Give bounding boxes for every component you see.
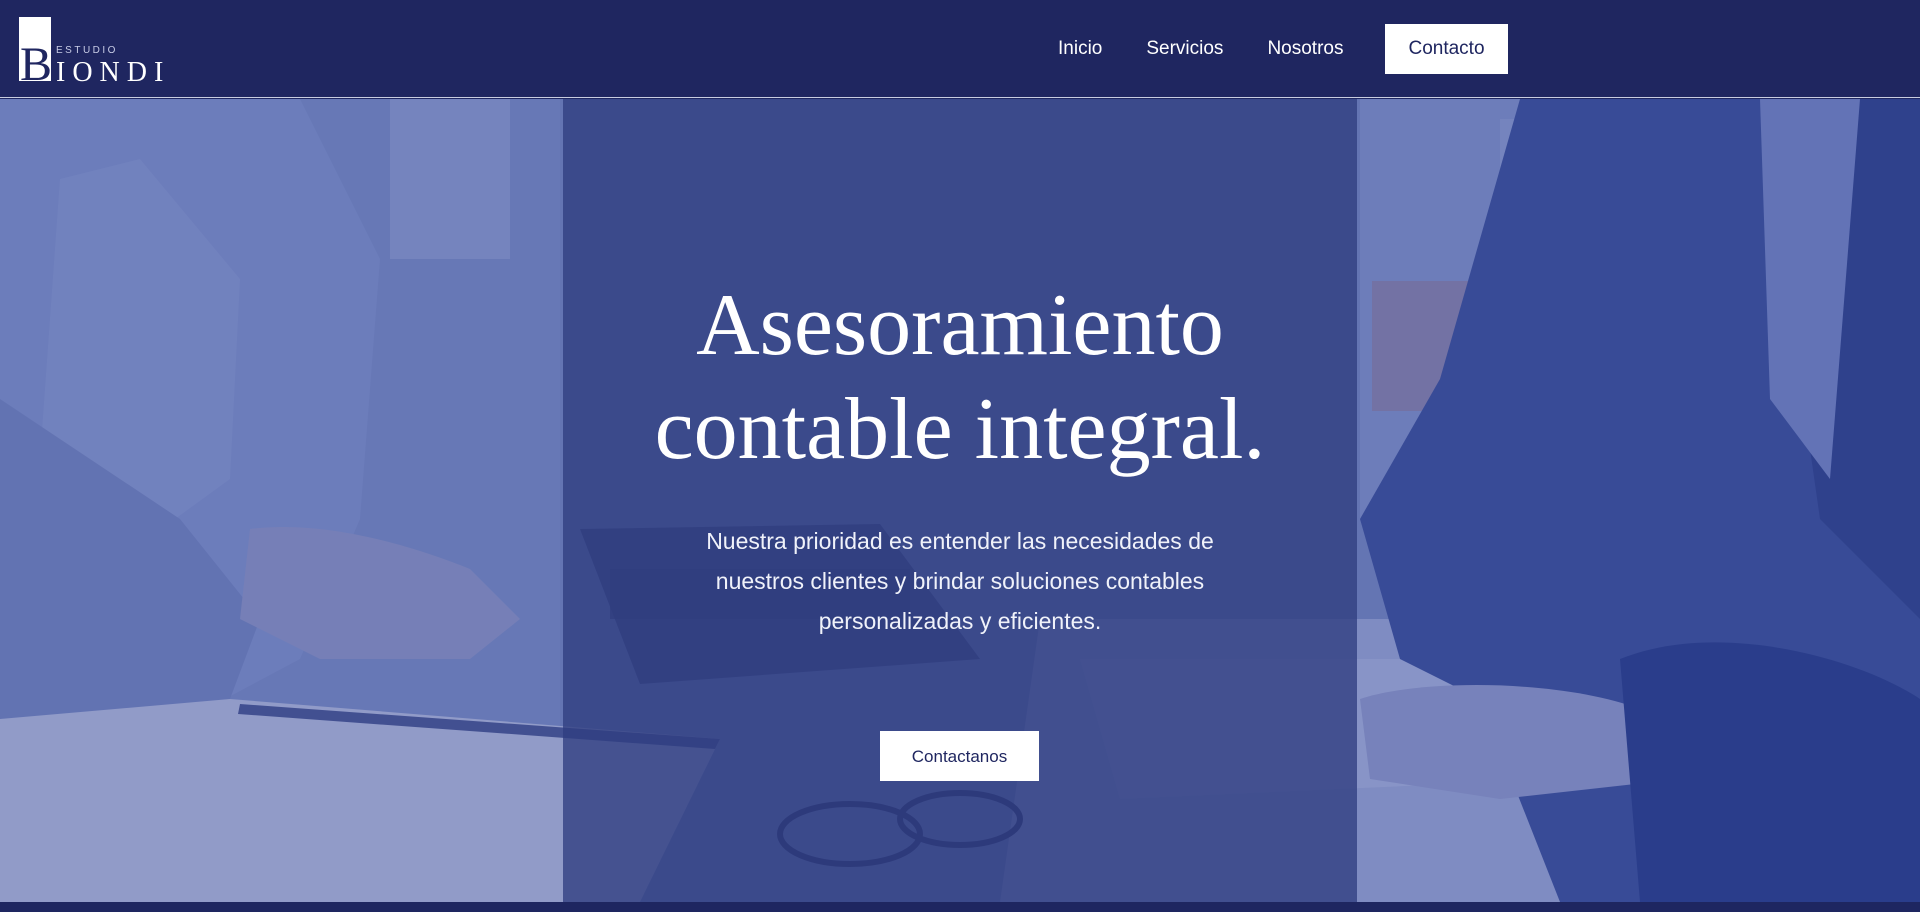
main-nav: Inicio Servicios Nosotros Contacto [1036,24,1508,74]
nav-item-contacto[interactable]: Contacto [1385,24,1508,74]
nav-item-nosotros[interactable]: Nosotros [1245,24,1365,74]
hero-section: Asesoramiento contable integral. Nuestra… [0,99,1920,902]
hero-description: Nuestra prioridad es entender las necesi… [660,521,1260,641]
nav-item-inicio[interactable]: Inicio [1036,24,1124,74]
hero-title-line1: Asesoramiento [696,277,1224,374]
bottom-strip [0,902,1920,912]
logo-big-text: IONDI [56,57,171,88]
hero-title-line2: contable integral. [654,381,1266,478]
hero-description-line2: nuestros clientes y brindar soluciones c… [715,568,1205,594]
contact-cta-button[interactable]: Contactanos [880,731,1039,781]
hero-title: Asesoramiento contable integral. [563,274,1357,482]
nav-item-servicios[interactable]: Servicios [1124,24,1245,74]
site-header: B ESTUDIO IONDI Inicio Servicios Nosotro… [0,0,1920,98]
hero-description-line3: personalizadas y eficientes. [818,608,1102,634]
logo-letter: B [20,38,53,91]
logo-small-text: ESTUDIO [56,45,118,56]
hero-description-line1: Nuestra prioridad es entender las necesi… [706,528,1214,554]
brand-logo[interactable]: B ESTUDIO IONDI [19,17,169,89]
